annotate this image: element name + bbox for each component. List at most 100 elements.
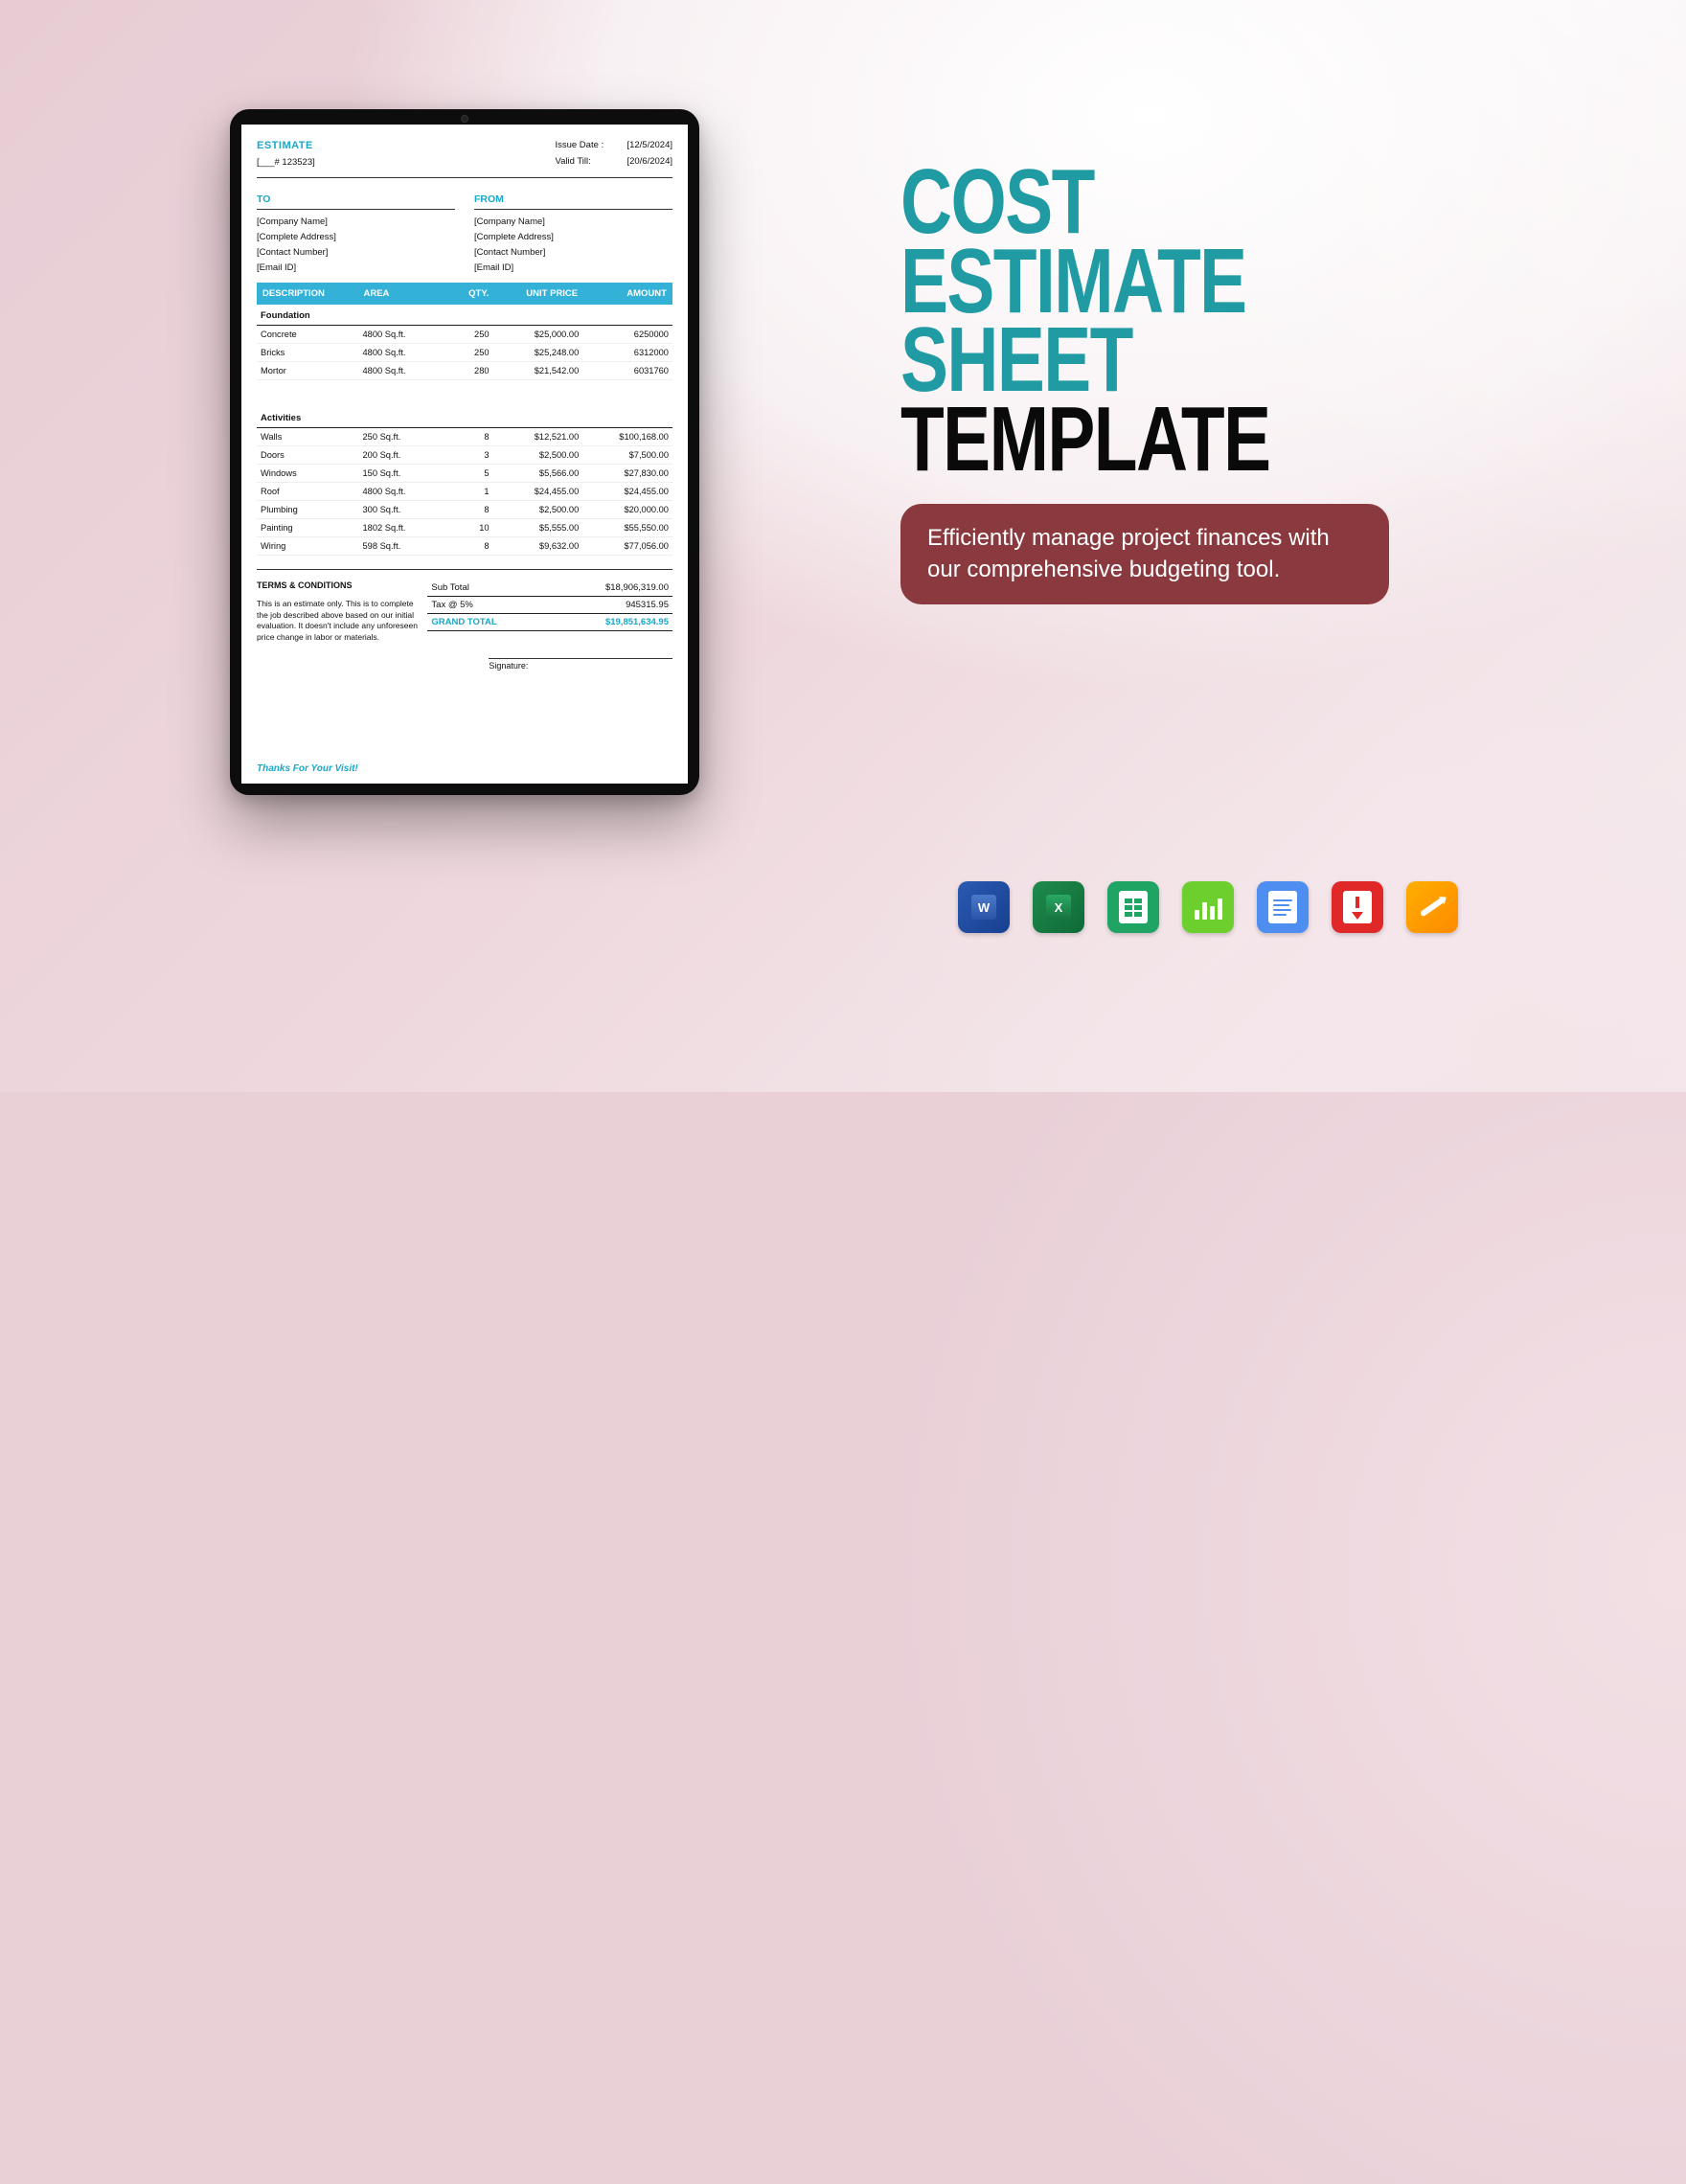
cell-qty: 250: [444, 348, 490, 357]
cell-unit-price: $2,500.00: [490, 505, 580, 514]
to-contact: [Contact Number]: [257, 247, 455, 258]
cell-desc: Plumbing: [261, 505, 363, 514]
cell-amount: 6031760: [579, 366, 669, 375]
col-area: AREA: [364, 288, 444, 299]
table-row: Walls250 Sq.ft.8$12,521.00$100,168.00: [257, 428, 672, 446]
cell-area: 4800 Sq.ft.: [363, 487, 444, 496]
thanks-text: Thanks For Your Visit!: [257, 758, 672, 774]
cell-desc: Windows: [261, 468, 363, 478]
cell-area: 4800 Sq.ft.: [363, 366, 444, 375]
numbers-icon[interactable]: [1182, 881, 1234, 933]
pdf-icon[interactable]: [1332, 881, 1383, 933]
table-row: Roof4800 Sq.ft.1$24,455.00$24,455.00: [257, 483, 672, 501]
from-contact: [Contact Number]: [474, 247, 672, 258]
from-address: [Complete Address]: [474, 232, 672, 242]
pages-icon[interactable]: [1406, 881, 1458, 933]
cell-amount: 6250000: [579, 330, 669, 339]
table-row: Mortor4800 Sq.ft.280$21,542.006031760: [257, 362, 672, 380]
cell-unit-price: $21,542.00: [490, 366, 580, 375]
format-icon-row: W X: [958, 881, 1458, 933]
from-label: FROM: [474, 193, 672, 210]
cell-unit-price: $25,248.00: [490, 348, 580, 357]
word-icon[interactable]: W: [958, 881, 1010, 933]
tax-label: Tax @ 5%: [431, 600, 472, 610]
from-email: [Email ID]: [474, 262, 672, 273]
valid-till-label: Valid Till:: [555, 156, 617, 167]
cell-qty: 8: [444, 432, 490, 442]
issue-date-value: [12/5/2024]: [627, 140, 672, 150]
sheet-header: ESTIMATE [___# 123523] Issue Date : [12/…: [257, 140, 672, 178]
cell-qty: 8: [444, 505, 490, 514]
tax-value: 945315.95: [626, 600, 669, 610]
subtotal-value: $18,906,319.00: [605, 582, 669, 593]
cell-qty: 280: [444, 366, 490, 375]
issue-date-label: Issue Date :: [555, 140, 617, 150]
cell-area: 200 Sq.ft.: [363, 450, 444, 460]
cell-unit-price: $12,521.00: [490, 432, 580, 442]
cell-amount: $24,455.00: [579, 487, 669, 496]
tablet-frame: ESTIMATE [___# 123523] Issue Date : [12/…: [230, 109, 699, 795]
cell-unit-price: $5,566.00: [490, 468, 580, 478]
camera-icon: [461, 115, 468, 123]
signature-label: Signature:: [489, 658, 672, 671]
from-company: [Company Name]: [474, 216, 672, 227]
cell-desc: Wiring: [261, 541, 363, 551]
cell-unit-price: $25,000.00: [490, 330, 580, 339]
to-company: [Company Name]: [257, 216, 455, 227]
section-title: Foundation: [257, 305, 672, 326]
estimate-sheet: ESTIMATE [___# 123523] Issue Date : [12/…: [241, 125, 688, 784]
title-line-4: TEMPLATE: [900, 400, 1424, 480]
terms-text: This is an estimate only. This is to com…: [257, 599, 420, 643]
cell-desc: Doors: [261, 450, 363, 460]
to-from-block: TO [Company Name] [Complete Address] [Co…: [257, 186, 672, 283]
cell-amount: $20,000.00: [579, 505, 669, 514]
cell-qty: 10: [444, 523, 490, 533]
table-header: DESCRIPTION AREA QTY. UNIT PRICE AMOUNT: [257, 283, 672, 305]
google-docs-icon[interactable]: [1257, 881, 1309, 933]
grand-total-label: GRAND TOTAL: [431, 617, 496, 627]
cell-desc: Walls: [261, 432, 363, 442]
excel-icon[interactable]: X: [1033, 881, 1084, 933]
cell-amount: $27,830.00: [579, 468, 669, 478]
cell-amount: 6312000: [579, 348, 669, 357]
cell-unit-price: $2,500.00: [490, 450, 580, 460]
line-items-table: DESCRIPTION AREA QTY. UNIT PRICE AMOUNT …: [257, 283, 672, 556]
to-email: [Email ID]: [257, 262, 455, 273]
cell-unit-price: $9,632.00: [490, 541, 580, 551]
cell-amount: $55,550.00: [579, 523, 669, 533]
to-address: [Complete Address]: [257, 232, 455, 242]
marketing-column: COST ESTIMATE SHEET TEMPLATE Efficiently…: [900, 163, 1571, 604]
google-sheets-icon[interactable]: [1107, 881, 1159, 933]
terms-block: TERMS & CONDITIONS This is an estimate o…: [257, 580, 420, 671]
cell-qty: 5: [444, 468, 490, 478]
cell-qty: 3: [444, 450, 490, 460]
col-unit-price: UNIT PRICE: [489, 288, 578, 299]
grand-total-value: $19,851,634.95: [605, 617, 669, 627]
cell-area: 4800 Sq.ft.: [363, 348, 444, 357]
cell-unit-price: $24,455.00: [490, 487, 580, 496]
cell-desc: Roof: [261, 487, 363, 496]
cell-desc: Mortor: [261, 366, 363, 375]
cell-unit-price: $5,555.00: [490, 523, 580, 533]
cell-amount: $77,056.00: [579, 541, 669, 551]
cell-desc: Painting: [261, 523, 363, 533]
cell-desc: Concrete: [261, 330, 363, 339]
estimate-number: [___# 123523]: [257, 157, 315, 168]
footer-block: TERMS & CONDITIONS This is an estimate o…: [257, 569, 672, 671]
table-row: Painting1802 Sq.ft.10$5,555.00$55,550.00: [257, 519, 672, 537]
table-row: Wiring598 Sq.ft.8$9,632.00$77,056.00: [257, 537, 672, 556]
cell-area: 598 Sq.ft.: [363, 541, 444, 551]
cell-area: 250 Sq.ft.: [363, 432, 444, 442]
cell-area: 1802 Sq.ft.: [363, 523, 444, 533]
table-row: Doors200 Sq.ft.3$2,500.00$7,500.00: [257, 446, 672, 465]
cell-qty: 8: [444, 541, 490, 551]
subtotal-label: Sub Total: [431, 582, 468, 593]
col-description: DESCRIPTION: [262, 288, 364, 299]
cell-desc: Bricks: [261, 348, 363, 357]
cell-area: 4800 Sq.ft.: [363, 330, 444, 339]
cell-amount: $100,168.00: [579, 432, 669, 442]
table-row: Bricks4800 Sq.ft.250$25,248.006312000: [257, 344, 672, 362]
marketing-title: COST ESTIMATE SHEET TEMPLATE: [900, 163, 1571, 479]
valid-till-value: [20/6/2024]: [627, 156, 672, 167]
table-row: Windows150 Sq.ft.5$5,566.00$27,830.00: [257, 465, 672, 483]
